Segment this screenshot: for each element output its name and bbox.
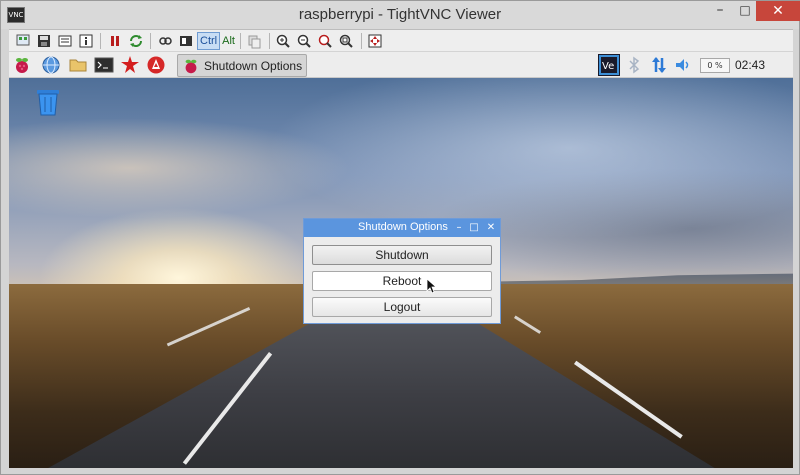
remote-desktop-area[interactable]: Shutdown Options Ve 0 % 02:43 Shutdown O… [9, 52, 793, 468]
options-icon[interactable] [55, 31, 74, 50]
vnc-tray-icon[interactable]: Ve [597, 54, 621, 76]
dialog-minimize-button[interactable]: – [453, 219, 465, 237]
send-keys-icon[interactable] [155, 31, 174, 50]
zoom-fit-icon[interactable] [337, 31, 356, 50]
reboot-button[interactable]: Reboot [312, 271, 492, 291]
panel-clock[interactable]: 02:43 [735, 58, 765, 72]
info-icon[interactable] [76, 31, 95, 50]
ctrl-alt-del-icon[interactable] [176, 31, 195, 50]
refresh-icon[interactable] [126, 31, 145, 50]
dialog-maximize-button[interactable]: □ [468, 219, 480, 237]
zoom-100-icon[interactable] [316, 31, 335, 50]
alt-key-toggle[interactable]: Alt [220, 35, 237, 47]
shutdown-button[interactable]: Shutdown [312, 245, 492, 265]
web-browser-icon[interactable] [40, 54, 62, 76]
toolbar-separator [268, 32, 270, 49]
bluetooth-icon[interactable] [627, 55, 641, 75]
vnc-viewer-window: VNC raspberrypi - TightVNC Viewer – □ ✕ [0, 0, 800, 475]
save-icon[interactable] [34, 31, 53, 50]
vnc-toolbar: Ctrl Alt [9, 29, 793, 51]
fullscreen-icon[interactable] [366, 31, 385, 50]
file-manager-icon[interactable] [67, 54, 89, 76]
mathematica-icon[interactable] [119, 54, 141, 76]
logout-button[interactable]: Logout [312, 297, 492, 317]
window-minimize-button[interactable]: – [709, 1, 731, 21]
dialog-close-button[interactable]: ✕ [484, 219, 498, 237]
zoom-out-icon[interactable] [295, 31, 314, 50]
shutdown-options-dialog: Shutdown Options – □ ✕ Shutdown Reboot L… [303, 218, 501, 324]
taskbar-item-label: Shutdown Options [204, 58, 303, 73]
svg-text:Ve: Ve [602, 61, 614, 72]
zoom-in-icon[interactable] [274, 31, 293, 50]
wolfram-icon[interactable] [145, 54, 167, 76]
volume-icon[interactable] [673, 55, 693, 75]
new-connection-icon[interactable] [13, 31, 32, 50]
mouse-cursor-icon [426, 278, 438, 294]
toolbar-separator [239, 32, 241, 49]
pause-icon[interactable] [105, 31, 124, 50]
network-icon[interactable] [649, 55, 669, 75]
taskbar-shutdown-options[interactable]: Shutdown Options [177, 54, 307, 77]
toolbar-separator [150, 32, 151, 49]
raspberry-menu-icon[interactable] [11, 54, 33, 76]
trash-icon[interactable] [35, 88, 61, 116]
window-close-button[interactable]: ✕ [756, 1, 800, 21]
terminal-icon[interactable] [93, 54, 115, 76]
raspberry-task-icon [185, 59, 197, 73]
window-title: raspberrypi - TightVNC Viewer [298, 6, 502, 23]
toolbar-separator [360, 32, 362, 49]
cpu-usage-monitor[interactable]: 0 % [700, 58, 730, 73]
toolbar-separator [100, 32, 101, 49]
dialog-title: Shutdown Options [358, 221, 448, 233]
ctrl-key-toggle[interactable]: Ctrl [197, 31, 221, 50]
lxde-panel: Shutdown Options Ve 0 % 02:43 [9, 52, 793, 78]
dialog-titlebar[interactable]: Shutdown Options – □ ✕ [304, 219, 500, 237]
window-titlebar[interactable]: VNC raspberrypi - TightVNC Viewer – □ ✕ [1, 1, 800, 29]
copy-icon[interactable] [245, 31, 264, 50]
window-maximize-button[interactable]: □ [734, 1, 756, 21]
